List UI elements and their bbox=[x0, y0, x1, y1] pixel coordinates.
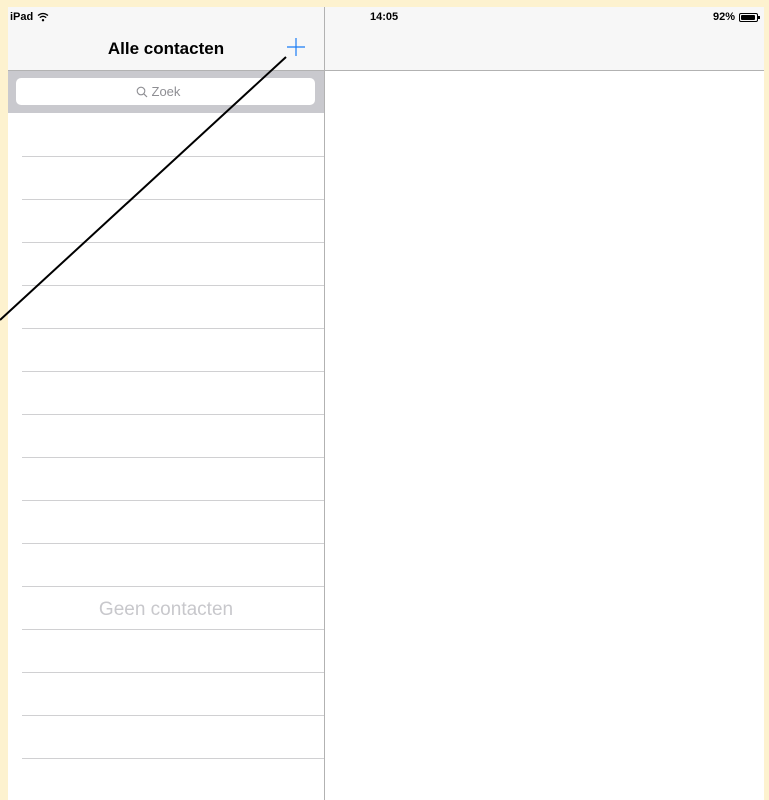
contacts-list bbox=[8, 113, 324, 800]
list-separator bbox=[22, 371, 324, 372]
device-label: iPad bbox=[10, 11, 34, 23]
wifi-icon bbox=[37, 12, 49, 22]
page-title: Alle contacten bbox=[107, 39, 225, 58]
add-contact-button[interactable] bbox=[284, 35, 308, 59]
search-icon bbox=[136, 86, 147, 97]
list-separator bbox=[22, 457, 324, 458]
list-separator bbox=[22, 500, 324, 501]
ipad-screen: Alle contacten Zoek Geen contacten iPad … bbox=[8, 7, 764, 800]
list-separator bbox=[22, 285, 324, 286]
contacts-list-pane: Alle contacten Zoek Geen contacten bbox=[8, 7, 324, 800]
plus-icon bbox=[287, 38, 305, 56]
battery-level bbox=[741, 14, 755, 20]
status-time: 14:05 bbox=[370, 11, 399, 23]
contact-detail-pane bbox=[325, 7, 764, 800]
list-separator bbox=[22, 672, 324, 673]
list-separator bbox=[22, 414, 324, 415]
search-input[interactable] bbox=[151, 84, 196, 99]
list-separator bbox=[22, 242, 324, 243]
list-separator bbox=[22, 586, 324, 587]
list-separator bbox=[22, 199, 324, 200]
list-separator bbox=[22, 156, 324, 157]
empty-state-message: Geen contacten bbox=[98, 599, 234, 620]
search-bar bbox=[8, 71, 324, 113]
list-separator bbox=[22, 629, 324, 630]
list-separator bbox=[22, 328, 324, 329]
list-separator bbox=[22, 758, 324, 759]
battery-icon bbox=[739, 12, 760, 22]
battery-percentage: 92% bbox=[712, 11, 735, 23]
search-field[interactable] bbox=[16, 78, 315, 105]
list-separator bbox=[22, 543, 324, 544]
status-bar: iPad 14:05 92% bbox=[8, 7, 764, 27]
list-separator bbox=[22, 715, 324, 716]
